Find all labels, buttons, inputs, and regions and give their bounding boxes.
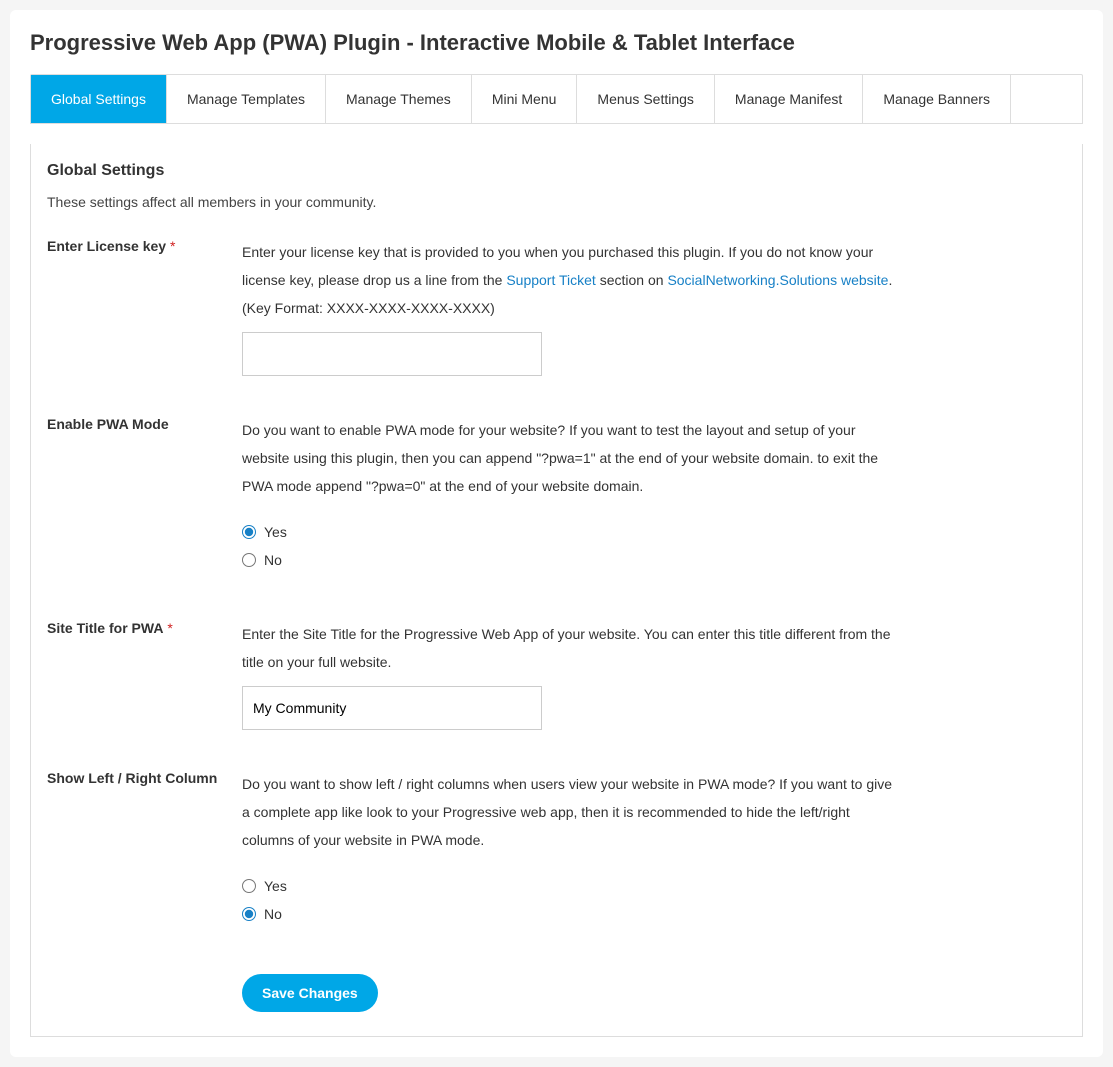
link-sns-website[interactable]: SocialNetworking.Solutions website	[667, 272, 888, 288]
submit-row: Save Changes	[47, 974, 1066, 1012]
radio-input-pwa-yes[interactable]	[242, 525, 256, 539]
radio-columns-no[interactable]: No	[242, 906, 902, 922]
radio-pwa-no[interactable]: No	[242, 552, 902, 568]
tab-menus-settings[interactable]: Menus Settings	[577, 75, 715, 123]
label-enable-pwa: Enable PWA Mode	[47, 416, 169, 432]
input-site-title[interactable]	[242, 686, 542, 730]
tab-spacer	[1011, 75, 1082, 123]
radio-columns-yes[interactable]: Yes	[242, 878, 902, 894]
tab-manage-themes[interactable]: Manage Themes	[326, 75, 472, 123]
save-button[interactable]: Save Changes	[242, 974, 378, 1012]
tab-mini-menu[interactable]: Mini Menu	[472, 75, 578, 123]
tab-manage-banners[interactable]: Manage Banners	[863, 75, 1011, 123]
input-license-key[interactable]	[242, 332, 542, 376]
desc-license-key: Enter your license key that is provided …	[242, 238, 902, 322]
page-title: Progressive Web App (PWA) Plugin - Inter…	[30, 30, 1083, 56]
radio-input-columns-no[interactable]	[242, 907, 256, 921]
radio-pwa-yes[interactable]: Yes	[242, 524, 902, 540]
desc-site-title: Enter the Site Title for the Progressive…	[242, 620, 902, 676]
link-support-ticket[interactable]: Support Ticket	[506, 272, 596, 288]
tab-manage-manifest[interactable]: Manage Manifest	[715, 75, 863, 123]
required-marker: *	[170, 238, 175, 254]
panel-desc: These settings affect all members in you…	[47, 194, 1066, 210]
label-show-columns: Show Left / Right Column	[47, 770, 217, 786]
row-site-title: Site Title for PWA * Enter the Site Titl…	[47, 620, 1066, 730]
row-show-columns: Show Left / Right Column Do you want to …	[47, 770, 1066, 934]
label-site-title: Site Title for PWA	[47, 620, 163, 636]
panel-title: Global Settings	[47, 162, 1066, 180]
row-enable-pwa: Enable PWA Mode Do you want to enable PW…	[47, 416, 1066, 580]
tab-global-settings[interactable]: Global Settings	[31, 75, 167, 123]
radio-input-pwa-no[interactable]	[242, 553, 256, 567]
tab-manage-templates[interactable]: Manage Templates	[167, 75, 326, 123]
label-license-key: Enter License key	[47, 238, 166, 254]
desc-enable-pwa: Do you want to enable PWA mode for your …	[242, 416, 902, 500]
page-container: Progressive Web App (PWA) Plugin - Inter…	[10, 10, 1103, 1057]
row-license-key: Enter License key * Enter your license k…	[47, 238, 1066, 376]
required-marker: *	[167, 620, 172, 636]
desc-show-columns: Do you want to show left / right columns…	[242, 770, 902, 854]
tab-bar: Global Settings Manage Templates Manage …	[30, 74, 1083, 124]
radio-input-columns-yes[interactable]	[242, 879, 256, 893]
settings-panel: Global Settings These settings affect al…	[30, 144, 1083, 1037]
